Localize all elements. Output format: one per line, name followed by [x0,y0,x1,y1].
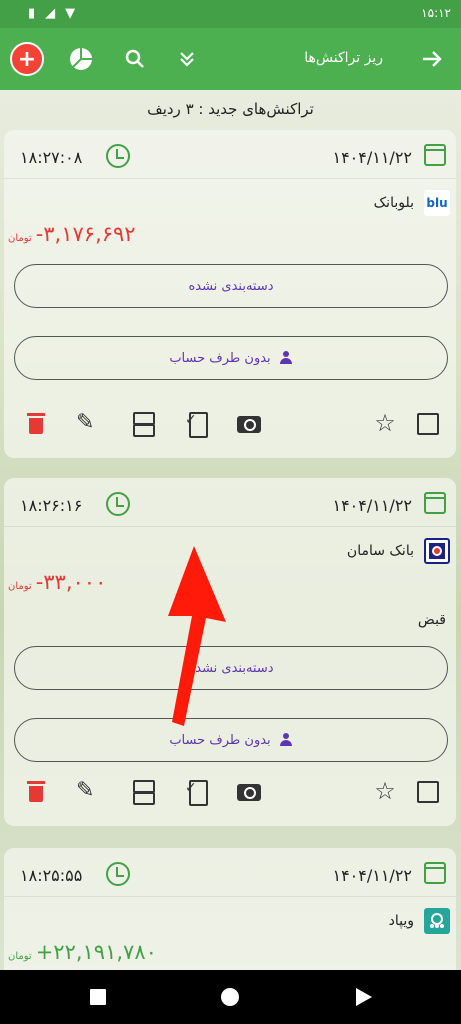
clock-icon [106,492,130,516]
bank-logo [424,538,450,564]
transaction-time: ۱۸:۲۷:۰۸ [20,148,83,167]
card-actions: ✎ ☆ [18,410,442,440]
back-button[interactable] [415,42,449,76]
transaction-date: ۱۴۰۴/۱۱/۲۲ [332,496,412,515]
transaction-amount: +۲۲,۱۹۱,۷۸۰ [35,940,157,964]
plus-icon: + [17,46,37,72]
card-actions: ✎ ☆ [18,778,442,808]
double-chevron-down-icon [180,52,194,67]
currency-unit: تومان [8,581,32,592]
battery-icon: ▮ [28,6,36,21]
clipboard-check-icon[interactable] [184,778,210,806]
pie-chart-icon [70,48,92,70]
calendar-icon [424,492,446,514]
arrow-right-icon [423,51,442,67]
transaction-card[interactable]: ۱۸:۲۵:۵۵ ۱۴۰۴/۱۱/۲۲ ویپاد تومان +۲۲,۱۹۱,… [4,848,456,970]
transaction-date: ۱۴۰۴/۱۱/۲۲ [332,148,412,167]
back-nav-button[interactable] [356,988,372,1006]
calendar-icon [424,862,446,884]
category-label: دسته‌بندی نشده [188,278,274,294]
divider [4,896,456,897]
transaction-list[interactable]: تراکنش‌های جدید : ۳ ردیف ۱۸:۲۷:۰۸ ۱۴۰۴/۱… [0,90,461,970]
bank-logo [424,908,450,934]
currency-unit: تومان [8,951,32,962]
camera-icon[interactable] [236,410,262,436]
star-icon[interactable]: ☆ [372,778,398,804]
system-navigation-bar [0,970,461,1024]
card-header: ۱۸:۲۶:۱۶ ۱۴۰۴/۱۱/۲۲ [14,490,446,520]
bank-row: بلوبانک blu [374,190,450,216]
bank-name: بانک سامان [346,543,414,559]
summary-text: تراکنش‌های جدید : ۳ ردیف [147,100,314,118]
bank-logo: blu [424,190,450,216]
bank-name: بلوبانک [373,195,414,211]
bank-row: ویپاد [389,908,450,934]
bank-name: ویپاد [388,913,414,929]
amount-row: تومان -۳,۱۷۶,۶۹۲ [8,222,136,246]
star-icon[interactable]: ☆ [372,410,398,436]
clock-icon [106,144,130,168]
divider [4,178,456,179]
split-icon[interactable] [130,778,156,805]
amount-row: تومان -۳۳,۰۰۰ [8,570,106,594]
calendar-icon [424,144,446,166]
amount-row: تومان +۲۲,۱۹۱,۷۸۰ [8,940,157,964]
category-button[interactable]: دسته‌بندی نشده [14,264,448,308]
saman-logo-icon [429,543,445,559]
search-icon [125,49,144,68]
select-checkbox[interactable] [414,778,440,804]
clipboard-check-icon[interactable] [184,410,210,438]
search-button[interactable] [118,42,152,76]
party-label: بدون طرف حساب [169,350,271,366]
transaction-card[interactable]: ۱۸:۲۷:۰۸ ۱۴۰۴/۱۱/۲۲ بلوبانک blu تومان -۳… [4,130,456,458]
split-icon[interactable] [130,410,156,437]
divider [4,526,456,527]
transaction-time: ۱۸:۲۵:۵۵ [20,866,83,885]
camera-icon[interactable] [236,778,262,804]
status-time: ۱۵:۱۲ [421,6,451,20]
transaction-time: ۱۸:۲۶:۱۶ [20,496,83,515]
annotation-arrow [168,546,226,726]
transaction-description: قبض [417,612,446,628]
chart-button[interactable] [64,42,98,76]
status-bar: ▮ ◢ ▼ ۱۵:۱۲ [0,0,461,28]
select-checkbox[interactable] [414,410,440,436]
card-header: ۱۸:۲۷:۰۸ ۱۴۰۴/۱۱/۲۲ [14,142,446,172]
recents-button[interactable] [90,989,106,1005]
currency-unit: تومان [8,233,32,244]
transaction-amount: -۳,۱۷۶,۶۹۲ [35,222,136,246]
add-transaction-button[interactable]: + [10,42,44,76]
card-header: ۱۸:۲۵:۵۵ ۱۴۰۴/۱۱/۲۲ [14,860,446,890]
clock-icon [106,862,130,886]
app-bar: + ریز تراکنش‌ها [0,28,461,90]
delete-icon[interactable] [24,778,50,804]
status-icons: ▮ ◢ ▼ [28,6,75,21]
party-button[interactable]: بدون طرف حساب [14,336,448,380]
delete-icon[interactable] [24,410,50,436]
signal-icon: ◢ [45,6,56,21]
party-label: بدون طرف حساب [169,732,271,748]
edit-icon[interactable]: ✎ [76,410,102,436]
person-icon [279,733,293,747]
wifi-icon: ▼ [65,6,76,21]
transaction-amount: -۳۳,۰۰۰ [35,570,107,594]
edit-icon[interactable]: ✎ [76,778,102,804]
page-title: ریز تراکنش‌ها [304,50,383,66]
home-button[interactable] [221,988,239,1006]
bank-row: بانک سامان [347,538,450,564]
transaction-date: ۱۴۰۴/۱۱/۲۲ [332,866,412,885]
person-icon [279,351,293,365]
expand-button[interactable] [170,42,204,76]
wepod-logo-icon [430,913,444,928]
